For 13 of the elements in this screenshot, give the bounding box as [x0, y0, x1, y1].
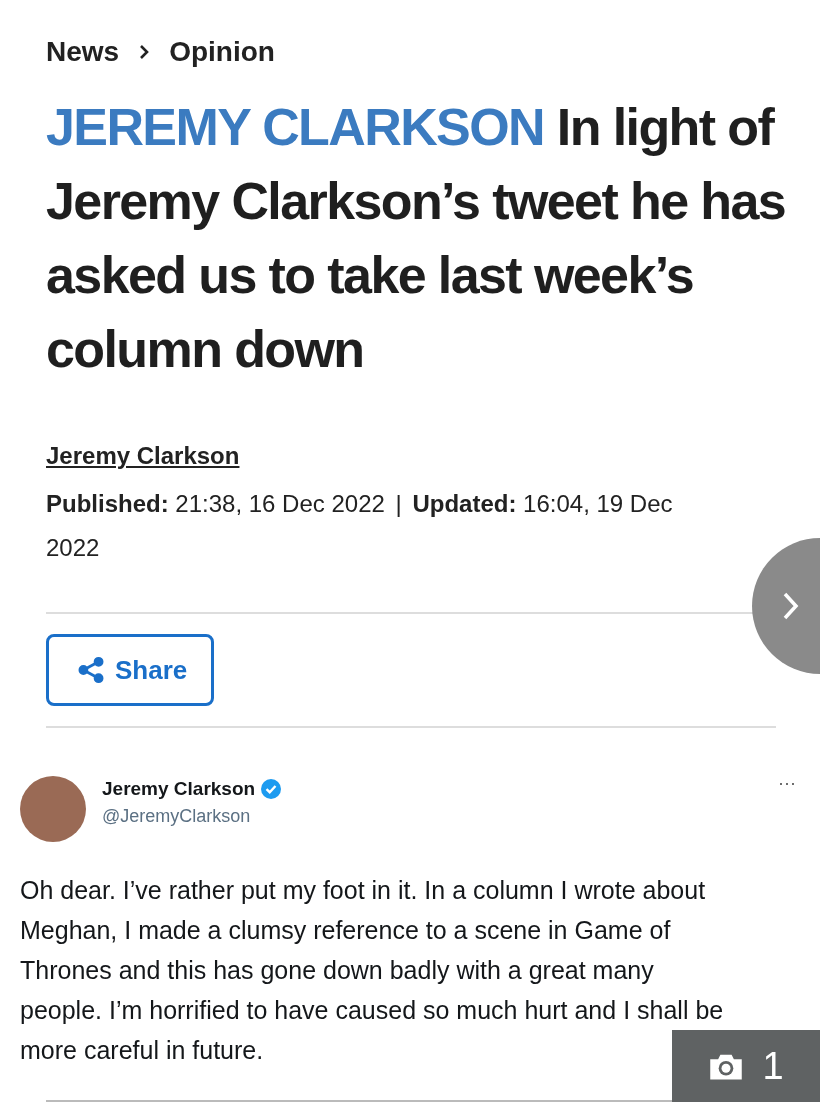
breadcrumb-link[interactable]: Opinion: [169, 36, 275, 68]
chevron-right-icon: [782, 592, 799, 620]
tweet-handle: @JeremyClarkson: [102, 806, 252, 827]
publish-dates: Published: 21:38, 16 Dec 2022 | Updated: 16:04, 19 Dec 2022: [46, 489, 674, 563]
share-button[interactable]: Share: [46, 634, 215, 706]
share-icon: [77, 656, 105, 684]
photo-count-badge[interactable]: 1: [672, 1030, 820, 1102]
more-options-button[interactable]: ···: [778, 774, 796, 792]
breadcrumb-link[interactable]: News: [46, 36, 120, 68]
photo-count: 1: [762, 1044, 784, 1088]
headline: JEREMY CLARKSON In light of Jeremy Clarkson’s tweet he has asked us to take last week’s column down: [46, 97, 786, 380]
author-link[interactable]: Jeremy Clarkson: [46, 442, 240, 470]
tweet-author-name: Jeremy Clarkson: [102, 778, 256, 800]
